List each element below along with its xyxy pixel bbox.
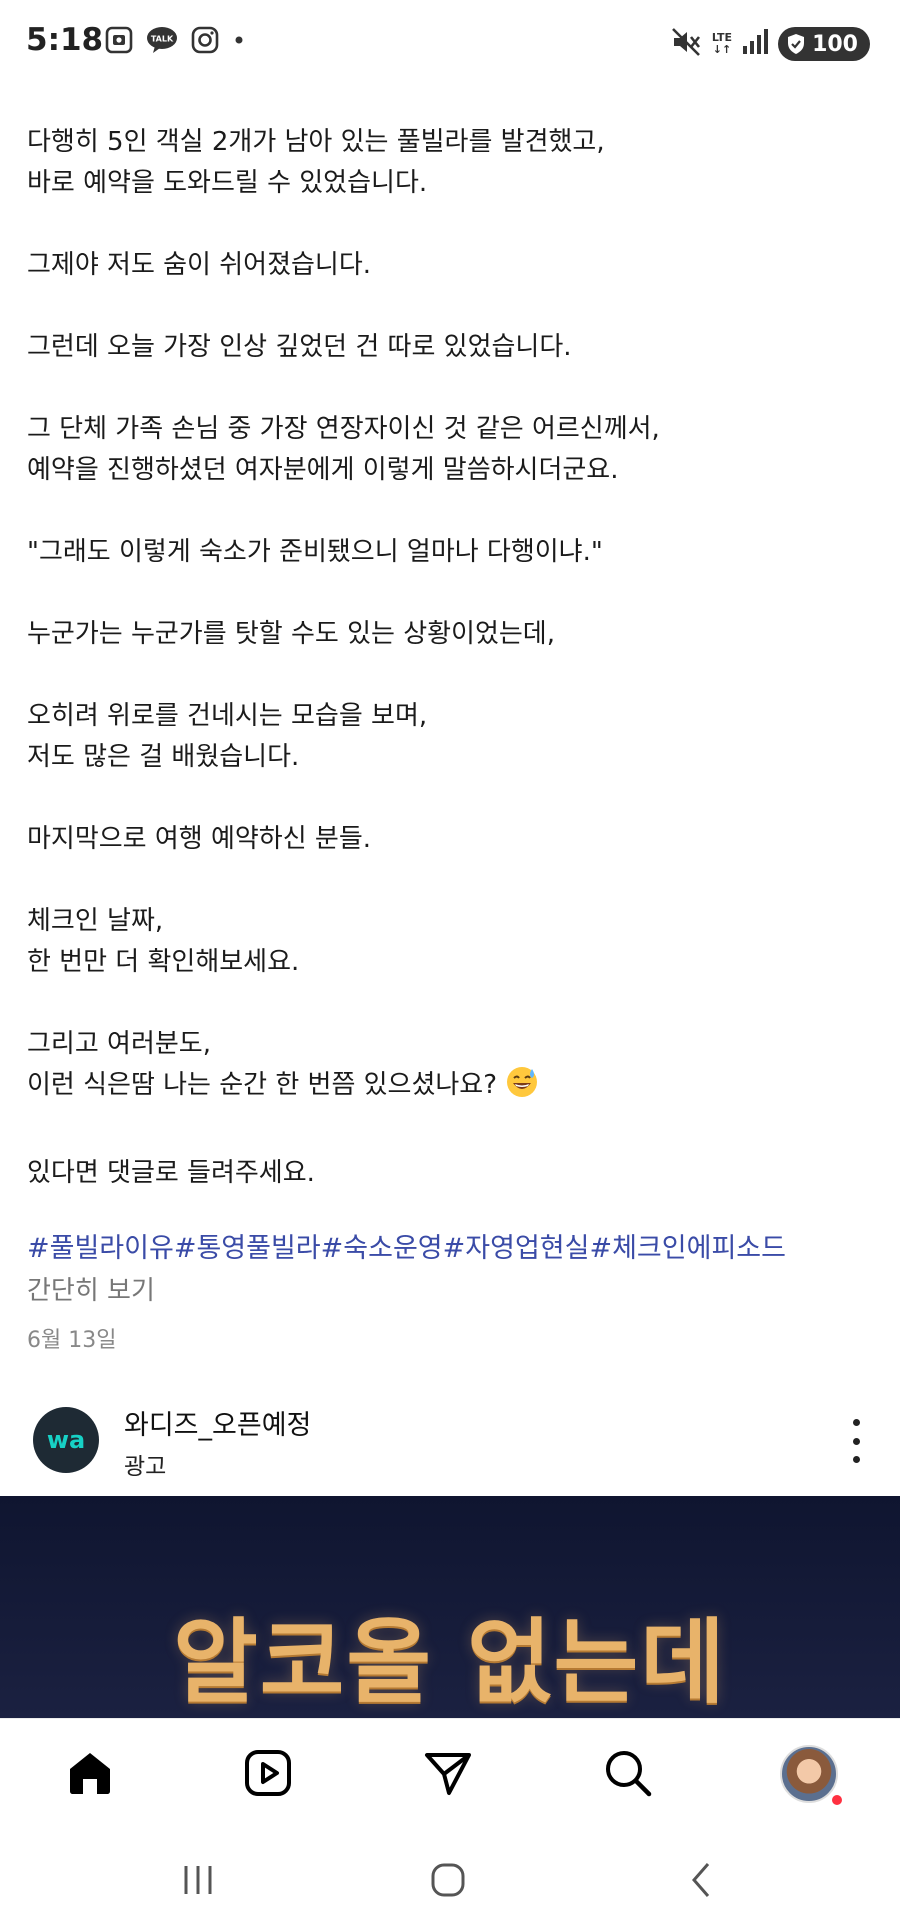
- caption-line: 체크인 날짜,: [27, 906, 164, 936]
- caption-line: 저도 많은 걸 배웠습니다.: [27, 742, 300, 772]
- caption-line-with-emoji: 이런 식은땀 나는 순간 한 번쯤 있으셨나요?: [27, 1065, 867, 1112]
- hashtag-link[interactable]: #통영풀빌라: [174, 1233, 321, 1264]
- svg-text:wa: wa: [47, 1426, 85, 1454]
- wadiz-logo-icon: wa: [47, 1426, 85, 1454]
- hashtag-list: #풀빌라이유#통영풀빌라#숙소운영#자영업현실#체크인에피소드: [27, 1226, 786, 1265]
- caption-line: 오히려 위로를 건네시는 모습을 보며,: [27, 701, 428, 731]
- profile-avatar[interactable]: [780, 1745, 838, 1803]
- caption-line: 마지막으로 여행 예약하신 분들.: [27, 824, 372, 854]
- caption-line-text: 이런 식은땀 나는 순간 한 번쯤 있으셨나요?: [27, 1070, 498, 1100]
- svg-text:TALK: TALK: [151, 35, 174, 44]
- ad-post-header: wa 와디즈_오픈예정 광고: [0, 1395, 900, 1495]
- recent-apps-icon[interactable]: [176, 1858, 220, 1902]
- mute-icon: [670, 26, 702, 62]
- home-button-icon[interactable]: [426, 1858, 470, 1902]
- ad-account-name[interactable]: 와디즈_오픈예정: [124, 1403, 311, 1442]
- battery-icon: 100: [778, 27, 870, 61]
- status-time: 5:18: [26, 22, 104, 58]
- hashtag-link[interactable]: #체크인에피소드: [589, 1233, 786, 1264]
- home-icon[interactable]: [60, 1743, 120, 1803]
- caption-line: "그래도 이렇게 숙소가 준비됐으니 얼마나 다행이냐.": [27, 537, 603, 567]
- lte-icon: LTE ↓↑: [712, 32, 732, 56]
- battery-level: 100: [812, 31, 858, 57]
- hashtag-link[interactable]: #풀빌라이유: [27, 1233, 174, 1264]
- caption-line: 바로 예약을 도와드릴 수 있었습니다.: [27, 168, 428, 198]
- post-date: 6월 13일: [27, 1328, 117, 1353]
- status-system-icons: LTE ↓↑ 100: [670, 26, 870, 62]
- bottom-navigation: [0, 1718, 900, 1828]
- sponsored-label: 광고: [124, 1454, 167, 1480]
- caption-line: 누군가는 누군가를 탓할 수도 있는 상황이었는데,: [27, 619, 555, 649]
- hashtag-link[interactable]: #숙소운영: [321, 1233, 443, 1264]
- back-icon[interactable]: [680, 1858, 724, 1902]
- ad-headline: 알코올 없는데: [173, 1609, 727, 1716]
- dot-icon: [232, 25, 246, 59]
- caption-line: 예약을 진행하셨던 여자분에게 이렇게 말씀하시더군요.: [27, 455, 619, 485]
- reels-icon[interactable]: [238, 1743, 298, 1803]
- caption-line: 그리고 여러분도,: [27, 1029, 211, 1059]
- notification-dot: [830, 1793, 844, 1807]
- signal-icon: [742, 28, 769, 60]
- ad-account-avatar[interactable]: wa: [33, 1407, 99, 1473]
- collapse-caption-link[interactable]: 간단히 보기: [27, 1270, 155, 1307]
- more-options-icon[interactable]: [846, 1419, 866, 1463]
- instagram-icon: [190, 25, 220, 59]
- caption-line: 그제야 저도 숨이 쉬어졌습니다.: [27, 250, 372, 280]
- hashtag-link[interactable]: #자영업현실: [443, 1233, 590, 1264]
- data-arrows-icon: ↓↑: [712, 43, 732, 56]
- caption-line: 다행히 5인 객실 2개가 남아 있는 풀빌라를 발견했고,: [27, 127, 605, 157]
- sweat-smile-emoji-icon: [505, 1065, 539, 1112]
- status-bar: 5:18 TALK LTE ↓↑ 100: [0, 0, 900, 90]
- kakaotalk-icon: TALK: [146, 25, 178, 59]
- status-notification-icons: TALK: [104, 25, 246, 59]
- search-icon[interactable]: [598, 1743, 658, 1803]
- caption-line: 한 번만 더 확인해보세요.: [27, 947, 300, 977]
- direct-message-icon[interactable]: [418, 1743, 478, 1803]
- screenshot-icon: [104, 25, 134, 59]
- caption-line: 그런데 오늘 가장 인상 깊었던 건 따로 있었습니다.: [27, 332, 572, 362]
- caption-line: 그 단체 가족 손님 중 가장 연장자이신 것 같은 어르신께서,: [27, 414, 660, 444]
- system-navigation-bar: [0, 1828, 900, 1930]
- ad-banner-image[interactable]: 알코올 없는데: [0, 1496, 900, 1718]
- shield-icon: [788, 34, 805, 54]
- post-caption: 다행히 5인 객실 2개가 남아 있는 풀빌라를 발견했고, 바로 예약을 도와…: [27, 122, 867, 1194]
- caption-line: 있다면 댓글로 들려주세요.: [27, 1158, 315, 1188]
